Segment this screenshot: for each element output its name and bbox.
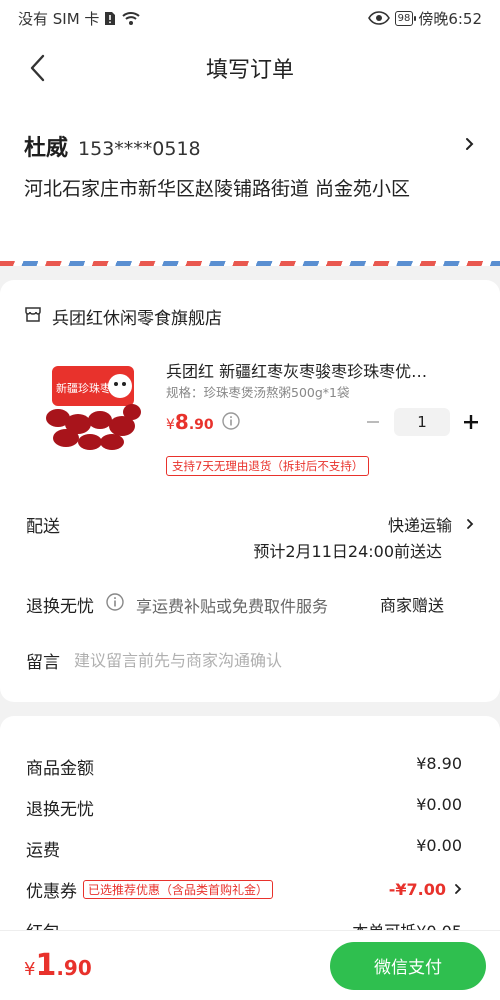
worry-free-fee-row: 退换无忧 ¥0.00 bbox=[26, 795, 462, 820]
coupon-row[interactable]: 优惠券 已选推荐优惠（含品类首购礼金） -¥7.00 bbox=[26, 877, 462, 902]
store-icon bbox=[24, 305, 42, 328]
decrease-button[interactable] bbox=[362, 411, 384, 433]
address-header: 杜威 153****0518 bbox=[24, 130, 476, 162]
product-title[interactable]: 兵团红 新疆红枣灰枣骏枣珍珠枣优… bbox=[166, 358, 466, 382]
product-spec[interactable]: 规格：珍珠枣煲汤熬粥500g*1袋 bbox=[166, 382, 350, 401]
product-card: 兵团红休闲零食旗舰店 新疆珍珠枣 兵团红 新疆红枣灰枣骏枣珍珠枣优… 规格：珍珠… bbox=[0, 280, 500, 702]
worry-free-label: 退换无忧 bbox=[26, 597, 94, 617]
clock-text: 傍晚6:52 bbox=[418, 9, 482, 28]
chevron-right-icon bbox=[454, 880, 462, 900]
recipient-name: 杜威 bbox=[24, 136, 69, 161]
total-integer: 1 bbox=[35, 948, 57, 983]
product-image[interactable]: 新疆珍珠枣 bbox=[38, 362, 142, 452]
address-divider bbox=[0, 261, 500, 266]
info-icon[interactable] bbox=[106, 593, 124, 616]
nav-bar: 填写订单 bbox=[0, 36, 500, 100]
status-right: 98 傍晚6:52 bbox=[367, 8, 482, 29]
delivery-method: 快递运输 bbox=[387, 516, 452, 535]
store-header[interactable]: 兵团红休闲零食旗舰店 bbox=[24, 304, 222, 329]
plus-icon bbox=[464, 415, 478, 429]
address-detail: 河北石家庄市新华区赵陵铺路街道 尚金苑小区 bbox=[24, 178, 411, 200]
remark-row: 留言 bbox=[26, 648, 476, 673]
return-policy-badge: 支持7天无理由退货（拆封后不支持） bbox=[166, 456, 370, 476]
worry-free-status: 商家赠送 bbox=[379, 596, 444, 615]
chevron-left-icon bbox=[30, 54, 45, 82]
info-icon[interactable] bbox=[222, 412, 240, 434]
battery-indicator: 98 bbox=[394, 10, 417, 26]
increase-button[interactable] bbox=[460, 411, 482, 433]
wifi-icon bbox=[121, 11, 141, 26]
carrier-text: 没有 SIM 卡 bbox=[18, 9, 100, 28]
coupon-value: -¥7.00 bbox=[388, 880, 446, 899]
recipient-phone: 153****0518 bbox=[78, 138, 201, 160]
quantity-field[interactable]: 1 bbox=[394, 408, 450, 436]
status-bar: 没有 SIM 卡 98 傍晚6:52 bbox=[0, 0, 500, 36]
goods-amount-row: 商品金额 ¥8.90 bbox=[26, 754, 462, 779]
chevron-right-icon bbox=[466, 515, 474, 534]
goods-amount-label: 商品金额 bbox=[26, 759, 94, 779]
page-title: 填写订单 bbox=[205, 58, 294, 83]
shipping-row: 运费 ¥0.00 bbox=[26, 836, 462, 861]
delivery-method-selector[interactable]: 快递运输 bbox=[388, 512, 474, 536]
shipping-value: ¥0.00 bbox=[416, 836, 462, 855]
total-currency: ¥ bbox=[24, 959, 36, 980]
total-decimal: .90 bbox=[56, 956, 92, 980]
delivery-eta: 预计2月11日24:00前送达 bbox=[253, 542, 442, 561]
total-price: ¥ 1 .90 bbox=[24, 948, 92, 983]
status-left: 没有 SIM 卡 bbox=[18, 8, 141, 29]
coupon-badge: 已选推荐优惠（含品类首购礼金） bbox=[83, 880, 274, 899]
store-name: 兵团红休闲零食旗舰店 bbox=[52, 309, 222, 329]
back-button[interactable] bbox=[22, 52, 52, 84]
worry-free-fee-value: ¥0.00 bbox=[416, 795, 462, 814]
price-detail-card: 商品金额 ¥8.90 退换无忧 ¥0.00 运费 ¥0.00 优惠券 已选推荐优… bbox=[0, 716, 500, 946]
minus-icon bbox=[367, 421, 379, 423]
price-currency: ¥ bbox=[166, 417, 175, 433]
remark-input[interactable] bbox=[74, 651, 414, 670]
remark-label: 留言 bbox=[26, 653, 60, 673]
worry-free-fee-label: 退换无忧 bbox=[26, 800, 94, 820]
price-integer: 8 bbox=[174, 410, 189, 434]
checkout-bar: ¥ 1 .90 微信支付 bbox=[0, 930, 500, 1000]
coupon-label: 优惠券 bbox=[26, 882, 77, 902]
worry-free-desc: 享运费补贴或免费取件服务 bbox=[136, 596, 329, 616]
wechat-pay-button[interactable]: 微信支付 bbox=[330, 941, 486, 990]
package-label: 新疆珍珠枣 bbox=[56, 381, 111, 395]
chevron-right-icon bbox=[465, 136, 474, 155]
quantity-stepper: 1 bbox=[362, 408, 482, 436]
address-card[interactable]: 杜威 153****0518 河北石家庄市新华区赵陵铺路街道 尚金苑小区 bbox=[0, 100, 500, 266]
price-decimal: .90 bbox=[188, 417, 214, 433]
shipping-label: 运费 bbox=[26, 841, 60, 861]
sim-alert-icon bbox=[104, 11, 116, 26]
goods-amount-value: ¥8.90 bbox=[416, 754, 462, 773]
eye-icon bbox=[367, 11, 390, 25]
product-price: ¥ 8 .90 bbox=[166, 410, 214, 434]
